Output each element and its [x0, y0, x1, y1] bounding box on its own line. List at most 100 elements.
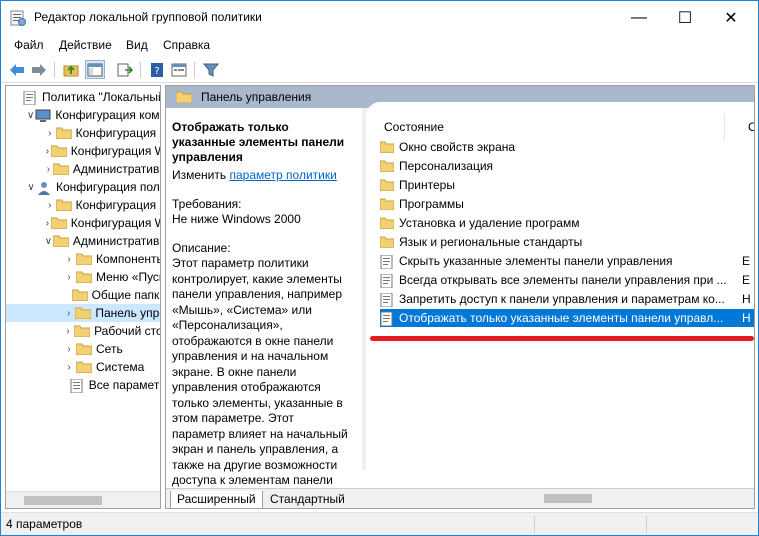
folder-row[interactable]: Язык и региональные стандарты: [379, 233, 754, 251]
details-pane: Панель управления Отображать только указ…: [165, 85, 755, 509]
forward-button[interactable]: [29, 60, 49, 79]
chevron-right-icon[interactable]: ›: [62, 344, 76, 355]
column-header-state[interactable]: Состояние: [384, 120, 444, 134]
folder-icon: [50, 145, 68, 158]
tree-item[interactable]: › Конфигурация п: [6, 124, 160, 142]
folder-row[interactable]: Программы: [379, 195, 754, 213]
tree-item-label: Административн: [72, 234, 161, 248]
row-label: Язык и региональные стандарты: [399, 235, 583, 249]
export-button[interactable]: [115, 60, 135, 79]
tree-item[interactable]: › Конфигурация W: [6, 214, 160, 232]
scroll-thumb[interactable]: [24, 496, 102, 505]
menu-view[interactable]: Вид: [126, 38, 148, 52]
chevron-right-icon[interactable]: ›: [44, 164, 53, 175]
tree-item-label: Конфигурация п: [75, 198, 161, 212]
pane-header-title: Панель управления: [201, 90, 312, 104]
menu-help[interactable]: Справка: [163, 38, 210, 52]
tree-item-label: Система: [96, 360, 145, 374]
tree-item[interactable]: › Панель упра: [6, 304, 160, 322]
tree-item[interactable]: › Конфигурация п: [6, 196, 161, 214]
folder-icon: [176, 91, 192, 103]
tree-item[interactable]: ∨ Конфигурация комп: [6, 106, 160, 124]
highlight-underline: [370, 336, 754, 341]
tree-item[interactable]: Все параметр: [6, 376, 160, 394]
row-label: Персонализация: [399, 159, 494, 173]
tree-item[interactable]: Общие папки: [6, 286, 160, 304]
folder-icon: [379, 141, 395, 154]
tree-item[interactable]: › Система: [6, 358, 160, 376]
tree-item-label: Политика "Локальный: [42, 90, 161, 104]
list-horizontal-scrollbar[interactable]: [538, 490, 754, 507]
setting-row[interactable]: Запретить доступ к панели управления и п…: [380, 290, 754, 308]
folder-icon: [75, 253, 93, 266]
tree-item[interactable]: › Компоненты: [6, 250, 160, 268]
folder-row[interactable]: Окно свойств экрана: [379, 138, 754, 156]
maximize-button[interactable]: ☐: [662, 1, 708, 34]
tree-item[interactable]: › Рабочий сто.: [6, 322, 160, 340]
tab-extended[interactable]: Расширенный: [170, 491, 263, 508]
chevron-down-icon[interactable]: ∨: [26, 182, 36, 193]
row-state: Е: [742, 254, 751, 268]
minimize-button[interactable]: —: [616, 1, 662, 34]
tree-item-label: Конфигурация поль: [55, 180, 161, 194]
tree-item[interactable]: › Административн: [6, 160, 161, 178]
tree-item[interactable]: ∨ Конфигурация поль: [6, 178, 161, 196]
chevron-right-icon[interactable]: ›: [44, 146, 51, 157]
chevron-right-icon[interactable]: ›: [62, 308, 75, 319]
setting-row[interactable]: Скрыть указанные элементы панели управле…: [380, 252, 754, 270]
close-button[interactable]: ✕: [708, 1, 754, 34]
back-button[interactable]: [7, 60, 27, 79]
maximize-icon: ☐: [677, 9, 693, 27]
show-tree-button[interactable]: [85, 60, 105, 79]
folder-row[interactable]: Установка и удаление программ: [379, 214, 754, 232]
edit-prefix: Изменить: [172, 168, 227, 182]
filter-button[interactable]: [201, 60, 221, 79]
tree-item-label: Сеть: [96, 342, 123, 356]
properties-button[interactable]: [169, 60, 189, 79]
folder-up-icon: [63, 65, 79, 76]
tree-item[interactable]: › Сеть: [6, 340, 160, 358]
column-separator[interactable]: [724, 114, 725, 140]
requirements-value: Не ниже Windows 2000: [172, 212, 301, 226]
tree-item[interactable]: Политика "Локальный: [6, 88, 161, 106]
tree-item[interactable]: ∨ Административн: [6, 232, 161, 250]
chevron-down-icon[interactable]: ∨: [26, 110, 35, 121]
status-separator: [646, 516, 647, 533]
toolbar-separator: [140, 62, 141, 78]
chevron-right-icon[interactable]: ›: [62, 272, 76, 283]
description-pane: Отображать только указанные элементы пан…: [166, 108, 378, 488]
scroll-thumb[interactable]: [544, 494, 592, 503]
folder-icon: [379, 217, 395, 230]
chevron-right-icon[interactable]: ›: [62, 362, 76, 373]
chevron-right-icon[interactable]: ›: [44, 218, 51, 229]
chevron-right-icon[interactable]: ›: [62, 254, 76, 265]
console-tree[interactable]: Все параметр › Система › Сеть › Рабочий сто. › П…: [5, 85, 161, 509]
edit-policy-link[interactable]: параметр политики: [229, 168, 336, 182]
folder-icon: [379, 160, 395, 173]
menu-file[interactable]: Файл: [14, 38, 44, 52]
chevron-right-icon[interactable]: ›: [44, 128, 56, 139]
folder-row[interactable]: Персонализация: [379, 157, 754, 175]
column-header-second[interactable]: С: [748, 120, 754, 134]
status-separator: [534, 516, 535, 533]
folder-row[interactable]: Принтеры: [379, 176, 754, 194]
setting-row[interactable]: Всегда открывать все элементы панели упр…: [380, 271, 754, 289]
folder-icon: [379, 198, 395, 211]
tree-item[interactable]: › Конфигурация W: [6, 142, 160, 160]
row-state: Н: [742, 311, 751, 325]
tab-standard[interactable]: Стандартный: [264, 491, 351, 508]
tree-horizontal-scrollbar[interactable]: [6, 491, 160, 508]
tree-item-label: Административн: [72, 162, 161, 176]
menu-action[interactable]: Действие: [59, 38, 112, 52]
menu-bar: Файл Действие Вид Справка: [1, 34, 758, 54]
chevron-down-icon[interactable]: ∨: [44, 236, 53, 247]
up-folder-button[interactable]: [61, 60, 81, 79]
chevron-right-icon[interactable]: ›: [62, 326, 74, 337]
policy-setting-icon: [380, 292, 394, 308]
tree-item[interactable]: › Меню «Пуск: [6, 268, 160, 286]
setting-row[interactable]: Отображать только указанные элементы пан…: [380, 309, 754, 327]
folder-icon: [55, 127, 73, 140]
row-label: Принтеры: [399, 178, 455, 192]
help-button[interactable]: ?: [147, 60, 167, 79]
chevron-right-icon[interactable]: ›: [44, 200, 56, 211]
